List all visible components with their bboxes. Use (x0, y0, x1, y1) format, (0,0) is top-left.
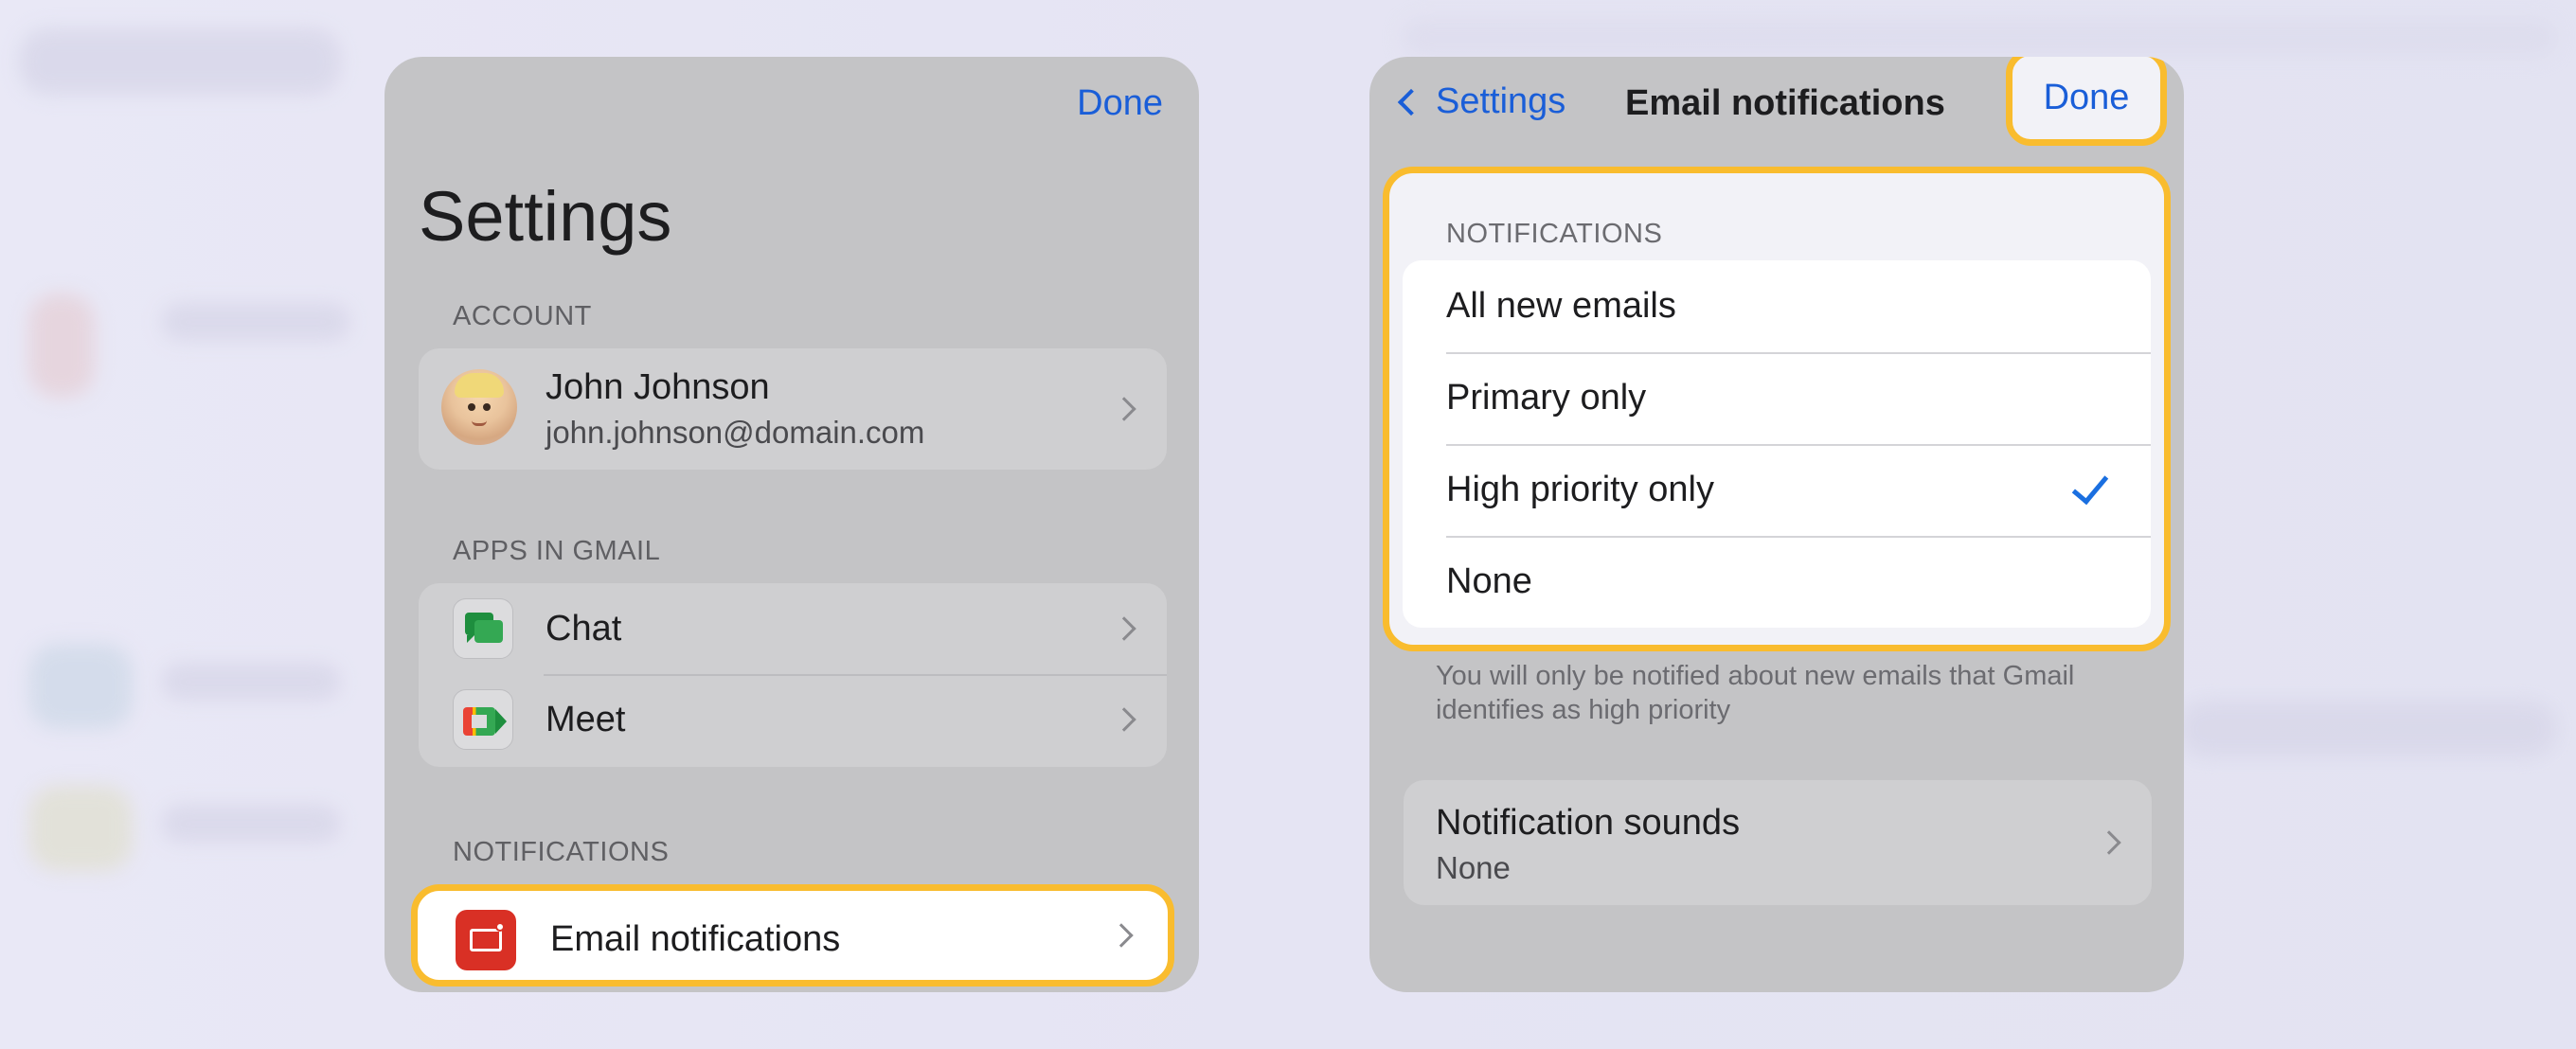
notification-sounds-label: Notification sounds (1436, 803, 1741, 843)
section-label-notifications: NOTIFICATIONS (1446, 219, 1663, 249)
option-high-priority-only[interactable]: High priority only (1403, 444, 2151, 536)
email-notifications-row[interactable]: Email notifications (411, 884, 1174, 987)
option-label: Primary only (1446, 378, 1647, 418)
chevron-right-icon (2097, 830, 2121, 855)
blurred-shape (1402, 19, 2557, 57)
option-all-new-emails[interactable]: All new emails (1403, 260, 2151, 352)
email-notification-icon (456, 910, 516, 970)
back-button[interactable]: Settings (1388, 81, 1565, 122)
apps-group: Chat Meet (419, 583, 1167, 767)
option-primary-only[interactable]: Primary only (1403, 352, 2151, 444)
back-label: Settings (1436, 81, 1566, 121)
option-label: None (1446, 561, 1532, 601)
section-label-account: ACCOUNT (453, 301, 592, 331)
account-name: John Johnson (546, 367, 770, 407)
notification-sounds-row[interactable]: Notification sounds None (1404, 780, 2152, 905)
notification-sounds-value: None (1436, 850, 1511, 885)
section-label-notifications: NOTIFICATIONS (453, 837, 670, 867)
chevron-left-icon (1397, 88, 1425, 116)
blurred-shape (28, 786, 133, 871)
chat-label: Chat (546, 608, 622, 649)
option-description: You will only be notified about new emai… (1436, 661, 2075, 725)
chat-icon (453, 598, 513, 659)
blurred-shape (161, 303, 350, 341)
chat-row[interactable]: Chat (419, 583, 1167, 674)
notification-options-card: NOTIFICATIONS All new emails Primary onl… (1383, 167, 2171, 651)
checkmark-icon (2071, 466, 2109, 506)
done-button[interactable]: Done (2006, 57, 2167, 146)
chevron-right-icon (1112, 397, 1136, 421)
blurred-shape (28, 644, 133, 729)
account-email: john.johnson@domain.com (546, 415, 925, 450)
chevron-right-icon (1109, 923, 1134, 948)
section-label-apps: APPS IN GMAIL (453, 536, 661, 566)
notification-options-list: All new emails Primary only High priorit… (1403, 260, 2151, 628)
blurred-shape (2178, 701, 2557, 757)
meet-label: Meet (546, 699, 626, 739)
blurred-shape (161, 805, 341, 843)
account-row[interactable]: John Johnson john.johnson@domain.com (419, 348, 1167, 470)
option-label: High priority only (1446, 470, 1714, 509)
blurred-shape (28, 293, 95, 398)
settings-panel: Done Settings ACCOUNT John Johnson john.… (385, 57, 1199, 992)
option-none[interactable]: None (1403, 536, 2151, 628)
avatar (441, 369, 517, 445)
email-notifications-label: Email notifications (550, 919, 841, 959)
email-notifications-panel: Settings Email notifications Done NOTIFI… (1369, 57, 2184, 992)
meet-icon (453, 689, 513, 750)
page-title: Settings (419, 177, 672, 256)
nav-title: Email notifications (1625, 83, 1945, 123)
done-button[interactable]: Done (1077, 83, 1163, 124)
option-label: All new emails (1446, 286, 1676, 326)
chevron-right-icon (1112, 707, 1136, 732)
blurred-shape (19, 28, 341, 95)
blurred-shape (161, 663, 341, 701)
meet-row[interactable]: Meet (419, 674, 1167, 765)
chevron-right-icon (1112, 616, 1136, 641)
